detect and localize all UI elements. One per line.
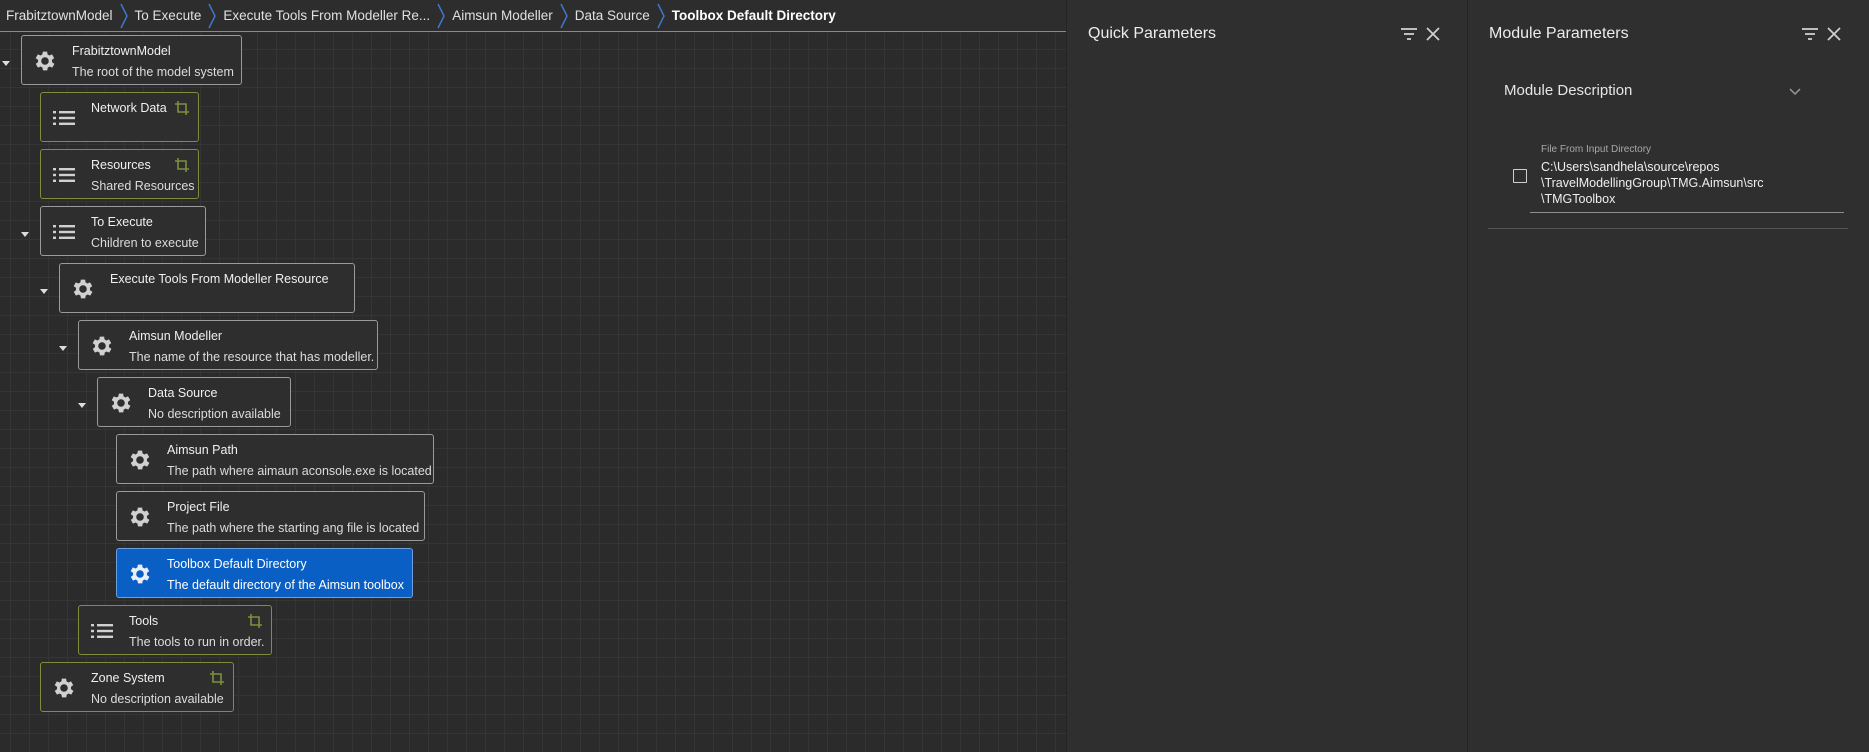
- node-title: Zone System: [91, 671, 165, 685]
- node-title: Aimsun Modeller: [129, 329, 223, 343]
- breadcrumb-separator-icon: [656, 0, 666, 32]
- parameter-label: File From Input Directory: [1541, 144, 1652, 155]
- parameter-value-line: \TravelModellingGroup\TMG.Aimsun\src: [1541, 176, 1764, 190]
- gear-icon: [32, 48, 58, 74]
- gear-icon: [127, 561, 153, 587]
- chevron-down-icon: [1788, 84, 1802, 102]
- node-description: The path where the starting ang file is …: [167, 521, 420, 535]
- node-aimsun-modeller[interactable]: Aimsun Modeller The name of the resource…: [78, 320, 378, 370]
- node-title: Tools: [129, 614, 159, 628]
- list-icon: [51, 219, 77, 245]
- gear-icon: [127, 504, 153, 530]
- breadcrumb-separator-icon: [119, 0, 129, 32]
- gear-icon: [108, 390, 134, 416]
- node-title: To Execute: [91, 215, 153, 229]
- node-description: The path where aimaun aconsole.exe is lo…: [167, 464, 432, 478]
- list-icon: [51, 105, 77, 131]
- node-description: Children to execute: [91, 236, 199, 250]
- panel-title: Quick Parameters: [1088, 25, 1217, 42]
- node-toolbox-default-directory[interactable]: Toolbox Default Directory The default di…: [116, 548, 413, 598]
- node-title: Data Source: [148, 386, 218, 400]
- breadcrumb: FrabitztownModel To Execute Execute Tool…: [0, 0, 1066, 32]
- node-resources[interactable]: Resources Shared Resources: [40, 149, 199, 199]
- node-title: Network Data: [91, 101, 167, 115]
- crop-icon[interactable]: [209, 670, 225, 686]
- node-description: No description available: [148, 407, 281, 421]
- breadcrumb-item-execute-tools[interactable]: Execute Tools From Modeller Re...: [217, 8, 436, 23]
- close-icon[interactable]: [1824, 24, 1844, 44]
- caret-down-icon[interactable]: [58, 344, 68, 352]
- node-description: The tools to run in order.: [129, 635, 265, 649]
- list-icon: [89, 618, 115, 644]
- filter-icon[interactable]: [1800, 24, 1820, 44]
- module-description-label: Module Description: [1504, 82, 1633, 99]
- gear-icon: [51, 675, 77, 701]
- node-to-execute[interactable]: To Execute Children to execute: [40, 206, 206, 256]
- node-title: FrabitztownModel: [72, 44, 171, 58]
- node-description: The default directory of the Aimsun tool…: [167, 578, 404, 592]
- breadcrumb-item-data-source[interactable]: Data Source: [569, 8, 656, 23]
- node-network-data[interactable]: Network Data: [40, 92, 199, 142]
- node-title: Aimsun Path: [167, 443, 238, 457]
- node-tools[interactable]: Tools The tools to run in order.: [78, 605, 272, 655]
- breadcrumb-item-aimsun-modeller[interactable]: Aimsun Modeller: [446, 8, 559, 23]
- gear-icon: [127, 447, 153, 473]
- parameter-row: File From Input Directory C:\Users\sandh…: [1488, 140, 1848, 229]
- node-title: Execute Tools From Modeller Resource: [110, 272, 329, 286]
- node-aimsun-path[interactable]: Aimsun Path The path where aimaun aconso…: [116, 434, 434, 484]
- caret-down-icon[interactable]: [39, 287, 49, 295]
- node-frabitztownmodel[interactable]: FrabitztownModel The root of the model s…: [21, 35, 242, 85]
- panel-title: Module Parameters: [1489, 25, 1629, 42]
- module-description-expander[interactable]: Module Description: [1488, 70, 1810, 112]
- node-description: No description available: [91, 692, 224, 706]
- caret-down-icon[interactable]: [1, 59, 11, 67]
- crop-icon[interactable]: [247, 613, 263, 629]
- filter-icon[interactable]: [1399, 24, 1419, 44]
- parameter-value-line: C:\Users\sandhela\source\repos: [1541, 160, 1720, 174]
- parameter-value-line: \TMGToolbox: [1541, 192, 1616, 206]
- caret-down-icon[interactable]: [77, 401, 87, 409]
- gear-icon: [89, 333, 115, 359]
- parameter-checkbox[interactable]: [1513, 169, 1527, 183]
- parameter-value-input[interactable]: C:\Users\sandhela\source\repos \TravelMo…: [1530, 156, 1844, 213]
- model-system-canvas[interactable]: FrabitztownModel The root of the model s…: [0, 33, 1066, 752]
- caret-down-icon[interactable]: [20, 230, 30, 238]
- node-description: Shared Resources: [91, 179, 195, 193]
- breadcrumb-item-to-execute[interactable]: To Execute: [129, 8, 208, 23]
- crop-icon[interactable]: [174, 100, 190, 116]
- breadcrumb-separator-icon: [559, 0, 569, 32]
- node-project-file[interactable]: Project File The path where the starting…: [116, 491, 425, 541]
- node-zone-system[interactable]: Zone System No description available: [40, 662, 234, 712]
- close-icon[interactable]: [1423, 24, 1443, 44]
- node-title: Resources: [91, 158, 151, 172]
- gear-icon: [70, 276, 96, 302]
- breadcrumb-item-current[interactable]: Toolbox Default Directory: [666, 8, 842, 23]
- quick-parameters-panel: Quick Parameters: [1066, 0, 1467, 752]
- node-title: Project File: [167, 500, 230, 514]
- breadcrumb-separator-icon: [207, 0, 217, 32]
- breadcrumb-separator-icon: [436, 0, 446, 32]
- crop-icon[interactable]: [174, 157, 190, 173]
- list-icon: [51, 162, 77, 188]
- node-description: The root of the model system: [72, 65, 234, 79]
- breadcrumb-item-frabitztownmodel[interactable]: FrabitztownModel: [0, 8, 119, 23]
- node-title: Toolbox Default Directory: [167, 557, 307, 571]
- node-execute-tools-from-modeller-resource[interactable]: Execute Tools From Modeller Resource: [59, 263, 355, 313]
- module-parameters-panel: Module Parameters Module Description Fil…: [1467, 0, 1869, 752]
- node-data-source[interactable]: Data Source No description available: [97, 377, 291, 427]
- node-description: The name of the resource that has modell…: [129, 350, 375, 364]
